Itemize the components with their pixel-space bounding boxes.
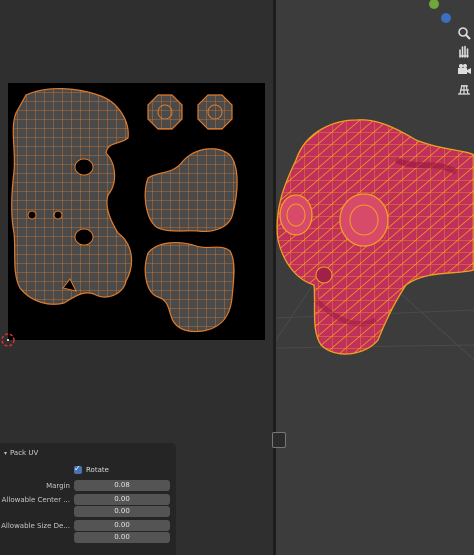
zoom-icon[interactable] bbox=[456, 25, 472, 41]
allowable-center-label: Allowable Center ... bbox=[1, 496, 70, 504]
uv-island-eye-left bbox=[147, 94, 183, 130]
allowable-center-field-2[interactable]: 0.00 bbox=[74, 506, 170, 517]
allowable-size-field-1[interactable]: 0.00 bbox=[74, 520, 170, 531]
allowable-center-field-1[interactable]: 0.00 bbox=[74, 494, 170, 505]
3d-viewport[interactable] bbox=[276, 0, 474, 555]
uv-canvas[interactable] bbox=[8, 83, 265, 340]
margin-field[interactable]: 0.08 bbox=[74, 480, 170, 491]
rotate-label: Rotate bbox=[86, 466, 109, 474]
allowable-size-label: Allowable Size De... bbox=[1, 522, 70, 530]
3d-mesh-view bbox=[276, 119, 474, 361]
sidebar-toggle-handle[interactable] bbox=[272, 432, 286, 448]
chevron-down-icon[interactable]: ▾ bbox=[4, 450, 7, 457]
uv-island-ear-upper bbox=[144, 148, 238, 233]
rotate-checkbox[interactable] bbox=[74, 464, 82, 474]
panel-title: Pack UV bbox=[10, 449, 39, 457]
uv-cursor-icon[interactable] bbox=[0, 332, 16, 348]
rotate-option[interactable]: Rotate bbox=[74, 464, 109, 474]
monkey-mesh bbox=[276, 119, 474, 355]
camera-icon[interactable] bbox=[456, 62, 472, 78]
panel-header[interactable]: ▾ Pack UV bbox=[4, 448, 38, 458]
uv-island-ear-lower bbox=[144, 242, 235, 333]
gizmo-axis-icon[interactable] bbox=[438, 10, 454, 26]
uv-islands bbox=[11, 87, 238, 333]
pack-uv-panel: ▾ Pack UV Rotate Margin 0.08 Allowable C… bbox=[0, 443, 176, 555]
hand-pan-icon[interactable] bbox=[456, 43, 472, 59]
allowable-size-field-2[interactable]: 0.00 bbox=[74, 532, 170, 543]
uv-island-eye-right bbox=[197, 94, 233, 130]
margin-label: Margin bbox=[46, 482, 70, 490]
grid-icon[interactable] bbox=[456, 81, 472, 97]
